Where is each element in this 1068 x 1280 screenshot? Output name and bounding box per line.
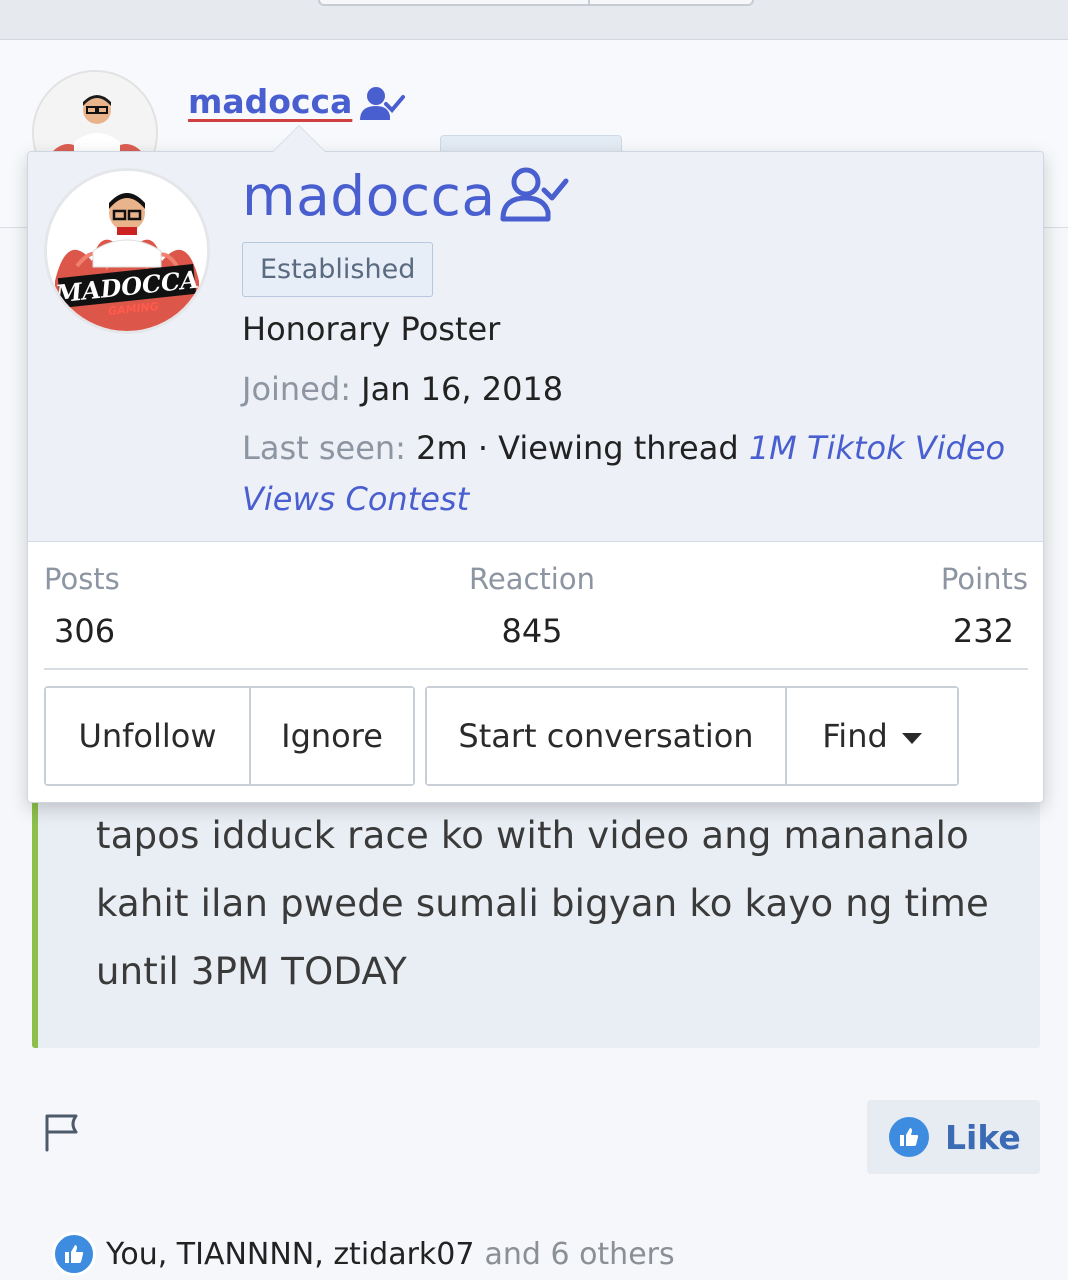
stat-reaction[interactable]: Reaction 845 <box>468 562 596 650</box>
flag-icon[interactable] <box>44 1112 80 1152</box>
card-divider <box>44 668 1028 670</box>
stat-value: 232 <box>952 612 1014 650</box>
page-nav-control[interactable] <box>318 0 754 6</box>
viewing-thread-link[interactable]: Views Contest <box>242 480 469 518</box>
viewing-thread-link[interactable]: 1M Tiktok Video <box>749 429 1005 467</box>
stat-label: Reaction <box>469 562 595 596</box>
last-seen-label: Last seen: <box>242 429 406 467</box>
stat-value: 845 <box>501 612 563 650</box>
stat-posts[interactable]: Posts 306 <box>44 562 120 650</box>
find-label: Find <box>822 717 888 755</box>
follow-ignore-group: Unfollow Ignore <box>44 686 415 786</box>
thumbs-up-icon <box>889 1117 929 1157</box>
thumbs-up-icon <box>52 1232 96 1276</box>
user-check-icon <box>356 84 406 124</box>
joined-value: Jan 16, 2018 <box>361 370 564 408</box>
user-title: Honorary Poster <box>242 310 501 348</box>
user-check-icon <box>498 164 570 224</box>
stat-label: Posts <box>44 562 120 596</box>
find-dropdown-button[interactable]: Find <box>785 688 957 784</box>
user-banner-badge: Established <box>242 242 434 297</box>
like-label: Like <box>945 1117 1021 1157</box>
stat-value: 306 <box>54 612 116 650</box>
last-seen-value: 2m · Viewing thread <box>416 429 739 467</box>
conversation-find-group: Start conversation Find <box>425 686 959 786</box>
start-conversation-button[interactable]: Start conversation <box>427 688 785 784</box>
message-line: until 3PM TODAY <box>96 950 407 993</box>
joined-info: Joined: Jan 16, 2018 <box>242 370 563 408</box>
like-button[interactable]: Like <box>867 1100 1040 1174</box>
reaction-others-count[interactable]: and 6 others <box>484 1237 674 1272</box>
last-seen-info: Last seen: 2m · Viewing thread 1M Tiktok… <box>242 429 1005 467</box>
last-seen-info-cont: Views Contest <box>242 480 469 518</box>
reactions-summary[interactable]: You, TIANNNN, ztidark07 and 6 others <box>52 1232 675 1276</box>
member-tooltip-card: MADOCCA GAMING madocca Established Honor… <box>27 125 1044 803</box>
member-avatar[interactable]: MADOCCA GAMING <box>44 168 210 334</box>
member-username[interactable]: madocca <box>242 164 496 228</box>
stat-label: Points <box>940 562 1028 596</box>
unfollow-button[interactable]: Unfollow <box>46 688 249 784</box>
joined-label: Joined: <box>242 370 351 408</box>
message-line: tapos idduck race ko with video ang mana… <box>96 814 969 857</box>
top-bar <box>0 0 1068 40</box>
ignore-button[interactable]: Ignore <box>249 688 413 784</box>
post-author-name[interactable]: madocca <box>188 82 352 121</box>
stat-points[interactable]: Points 232 <box>908 562 1028 650</box>
message-line: kahit ilan pwede sumali bigyan ko kayo n… <box>96 882 989 925</box>
caret-down-icon <box>901 732 922 744</box>
tooltip-arrow <box>272 125 326 152</box>
reaction-user-names[interactable]: You, TIANNNN, ztidark07 <box>106 1237 474 1272</box>
